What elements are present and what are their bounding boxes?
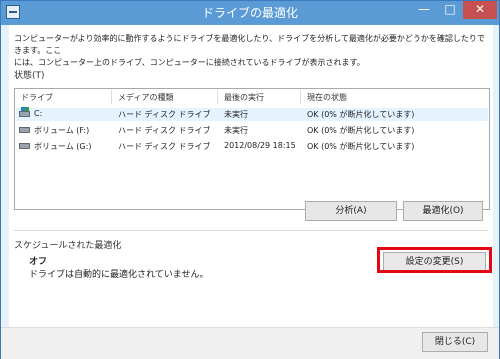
table-row[interactable]: C: ハード ディスク ドライブ 未実行 OK (0% が断片化しています): [16, 107, 488, 121]
column-header-last-run[interactable]: 最後の実行: [224, 92, 264, 103]
column-header-status[interactable]: 現在の状態: [307, 92, 347, 103]
last-run: 2012/08/29 18:15: [224, 141, 296, 150]
column-divider[interactable]: [300, 90, 301, 104]
last-run: 未実行: [224, 110, 248, 119]
schedule-detail: ドライブは自動的に最適化されていません。: [29, 270, 209, 280]
drive-name: ボリューム (F:): [34, 126, 90, 135]
hard-drive-icon: [19, 143, 30, 149]
current-status: OK (0% が断片化しています): [307, 110, 415, 119]
section-divider: [14, 230, 488, 231]
current-status: OK (0% が断片化しています): [307, 126, 415, 135]
column-header-drive[interactable]: ドライブ: [21, 92, 53, 103]
hard-drive-icon: [19, 127, 30, 133]
description-line: には、コンピューター上のドライブ、コンピューターに接続されているドライブが表示さ…: [14, 58, 365, 67]
status-label: 状態(T): [14, 71, 45, 81]
table-row[interactable]: ボリューム (G:) ハード ディスク ドライブ 2012/08/29 18:1…: [16, 140, 488, 153]
highlight-frame: [377, 247, 492, 273]
dialog-content: コンピューターがより効率的に動作するようにドライブを最適化したり、ドライブを分析…: [9, 25, 493, 352]
optimize-button[interactable]: 最適化(O): [403, 201, 483, 221]
schedule-title: スケジュールされた最適化: [14, 241, 122, 251]
media-type: ハード ディスク ドライブ: [118, 126, 211, 135]
optimize-drives-window: ドライブの最適化 — □ ✕ コンピューターがより効率的に動作するようにドライブ…: [0, 0, 500, 359]
column-divider[interactable]: [111, 90, 112, 104]
description-line: コンピューターがより効率的に動作するようにドライブを最適化したり、ドライブを分析…: [14, 34, 485, 55]
table-row[interactable]: ボリューム (F:) ハード ディスク ドライブ 未実行 OK (0% が断片化…: [16, 124, 488, 137]
column-header-media[interactable]: メディアの種類: [118, 92, 173, 103]
minimize-button[interactable]: —: [411, 1, 437, 19]
analyze-button[interactable]: 分析(A): [305, 201, 397, 221]
schedule-state: オフ: [29, 257, 48, 267]
maximize-button[interactable]: □: [437, 1, 463, 19]
title-bar[interactable]: ドライブの最適化 — □ ✕: [1, 1, 499, 25]
column-divider[interactable]: [217, 90, 218, 104]
last-run: 未実行: [224, 126, 248, 135]
description-text: コンピューターがより効率的に動作するようにドライブを最適化したり、ドライブを分析…: [14, 33, 489, 69]
media-type: ハード ディスク ドライブ: [118, 142, 211, 151]
system-drive-icon: [19, 107, 30, 117]
drive-list[interactable]: ドライブ メディアの種類 最後の実行 現在の状態 C: ハード ディスク ドライ…: [14, 88, 490, 210]
drive-name: ボリューム (G:): [34, 142, 92, 151]
close-window-button[interactable]: ✕: [463, 1, 497, 19]
close-button[interactable]: 閉じる(C): [422, 332, 488, 352]
media-type: ハード ディスク ドライブ: [118, 110, 211, 119]
current-status: OK (0% が断片化しています): [307, 142, 415, 151]
drive-name: C:: [34, 109, 43, 118]
